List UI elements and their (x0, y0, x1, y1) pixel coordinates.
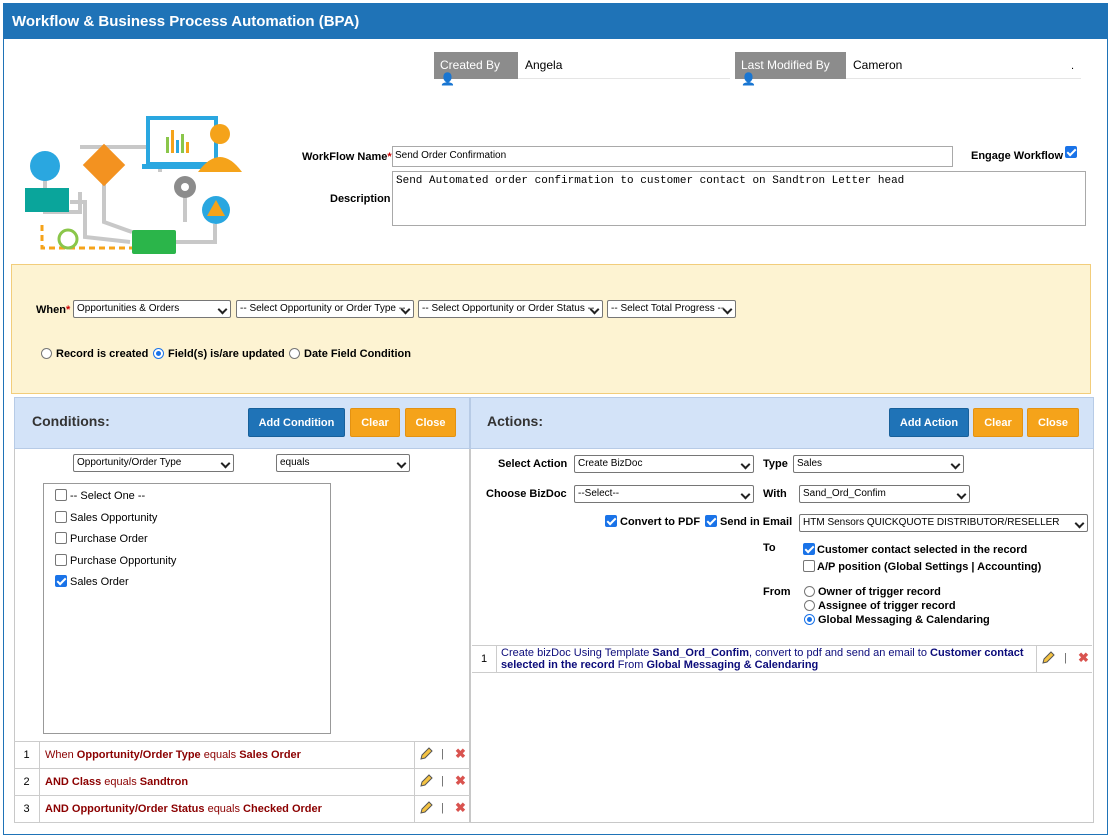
radio-date-field-label: Date Field Condition (304, 348, 411, 360)
choose-bizdoc-select[interactable]: --Select-- (574, 485, 754, 503)
radio-fields-updated[interactable] (153, 348, 164, 359)
actions-title: Actions: (487, 413, 543, 429)
option-label: Purchase Order (70, 533, 148, 545)
convert-pdf-label: Convert to PDF (620, 516, 701, 528)
to-customer-label: Customer contact selected in the record (817, 544, 1028, 556)
edit-pencil-icon[interactable] (418, 746, 434, 762)
to-ap-checkbox[interactable] (803, 560, 815, 572)
to-ap-label: A/P position (Global Settings | Accounti… (817, 561, 1042, 573)
option-label: Purchase Opportunity (70, 555, 177, 567)
send-email-label: Send in Email (720, 516, 793, 528)
engage-workflow-label: Engage Workflow (971, 150, 1064, 162)
user-icon: 👤 (440, 72, 455, 86)
choose-bizdoc-label: Choose BizDoc (486, 488, 567, 500)
send-email-checkbox[interactable] (705, 515, 717, 527)
condition-text: When Opportunity/Order Type equals Sales… (45, 749, 301, 761)
option-label: Sales Opportunity (70, 512, 158, 524)
convert-pdf-checkbox[interactable] (605, 515, 617, 527)
option-label: Sales Order (70, 576, 129, 588)
condition-field-select[interactable]: Opportunity/Order Type (73, 454, 234, 472)
to-customer-checkbox[interactable] (803, 543, 815, 555)
to-label: To (763, 542, 776, 554)
edit-pencil-icon[interactable] (418, 773, 434, 789)
close-conditions-button[interactable]: Close (405, 408, 456, 437)
total-progress-select[interactable]: -- Select Total Progress -- (607, 300, 736, 318)
workflow-name-label: WorkFlow Name* (302, 151, 392, 163)
condition-text: AND Class equals Sandtron (45, 776, 189, 788)
option-checkbox[interactable] (55, 532, 67, 544)
with-label: With (763, 488, 787, 500)
row-number: 1 (14, 742, 40, 768)
select-action-select[interactable]: Create BizDoc (574, 455, 754, 473)
when-label: When* (36, 304, 71, 316)
row-number: 3 (14, 796, 40, 822)
close-actions-button[interactable]: Close (1027, 408, 1079, 437)
description-label: Description (330, 193, 391, 205)
window-title: Workflow & Business Process Automation (… (4, 4, 1107, 39)
description-textarea[interactable]: Send Automated order confirmation to cus… (392, 171, 1086, 226)
created-by-label: Created By 👤 (434, 52, 518, 86)
row-number: 2 (14, 769, 40, 795)
workflow-illustration (25, 116, 242, 254)
module-select[interactable]: Opportunities & Orders (73, 300, 231, 318)
user-icon: 👤 (741, 72, 756, 86)
order-type-select[interactable]: -- Select Opportunity or Order Type -- (236, 300, 414, 318)
modified-by-value: Cameron (846, 52, 1081, 79)
option-checkbox[interactable] (55, 554, 67, 566)
add-condition-button[interactable]: Add Condition (248, 408, 345, 437)
action-text: Create bizDoc Using Template Sand_Ord_Co… (501, 647, 1024, 671)
edit-pencil-icon[interactable] (1040, 650, 1056, 666)
radio-record-created-label: Record is created (56, 348, 149, 360)
with-select[interactable]: Sand_Ord_Confim (799, 485, 970, 503)
add-action-button[interactable]: Add Action (889, 408, 969, 437)
modified-by-label: Last Modified By 👤 (735, 52, 846, 86)
from-assignee-radio[interactable] (804, 600, 815, 611)
type-label: Type (763, 458, 788, 470)
edit-pencil-icon[interactable] (418, 800, 434, 816)
from-global-label: Global Messaging & Calendaring (818, 614, 990, 626)
delete-icon[interactable]: ✖ (455, 800, 466, 816)
radio-date-field[interactable] (289, 348, 300, 359)
delete-icon[interactable]: ✖ (1078, 650, 1089, 666)
from-assignee-label: Assignee of trigger record (818, 600, 956, 612)
select-action-label: Select Action (498, 458, 568, 470)
radio-record-created[interactable] (41, 348, 52, 359)
condition-text: AND Opportunity/Order Status equals Chec… (45, 803, 322, 815)
from-owner-label: Owner of trigger record (818, 586, 941, 598)
clear-actions-button[interactable]: Clear (973, 408, 1023, 437)
row-number: 1 (472, 646, 497, 672)
clear-conditions-button[interactable]: Clear (350, 408, 400, 437)
engage-workflow-checkbox[interactable] (1065, 146, 1077, 158)
option-checkbox[interactable] (55, 511, 67, 523)
email-template-select[interactable]: HTM Sensors QUICKQUOTE DISTRIBUTOR/RESEL… (799, 514, 1088, 532)
from-label: From (763, 586, 791, 598)
option-checkbox[interactable] (55, 575, 67, 587)
conditions-title: Conditions: (32, 413, 110, 429)
workflow-name-input[interactable]: Send Order Confirmation (392, 146, 953, 167)
condition-operator-select[interactable]: equals (276, 454, 410, 472)
trailing-dot: . (1071, 60, 1075, 72)
option-label: -- Select One -- (70, 490, 146, 502)
type-select[interactable]: Sales (793, 455, 964, 473)
order-status-select[interactable]: -- Select Opportunity or Order Status -- (418, 300, 603, 318)
delete-icon[interactable]: ✖ (455, 746, 466, 762)
radio-fields-updated-label: Field(s) is/are updated (168, 348, 285, 360)
delete-icon[interactable]: ✖ (455, 773, 466, 789)
when-panel (11, 264, 1091, 394)
from-owner-radio[interactable] (804, 586, 815, 597)
option-checkbox[interactable] (55, 489, 67, 501)
created-by-value: Angela (518, 52, 730, 79)
from-global-radio[interactable] (804, 614, 815, 625)
